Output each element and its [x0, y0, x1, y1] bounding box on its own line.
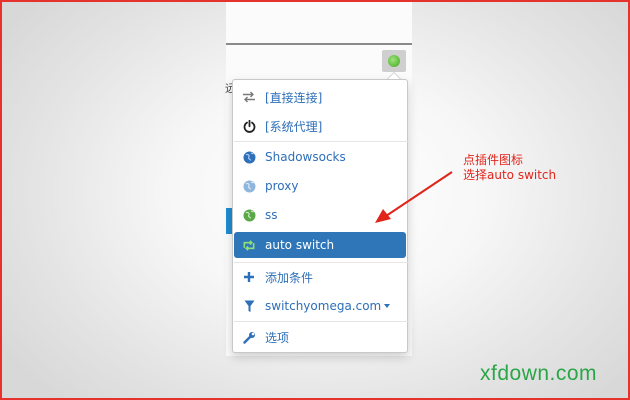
site-watermark: xfdown.com [480, 362, 598, 385]
annotation-arrow [375, 171, 453, 223]
annotation-note: 点插件图标 选择auto switch [463, 153, 556, 183]
annotation-line-2: 选择auto switch [463, 168, 557, 182]
annotation-line-1: 点插件图标 [463, 153, 524, 167]
